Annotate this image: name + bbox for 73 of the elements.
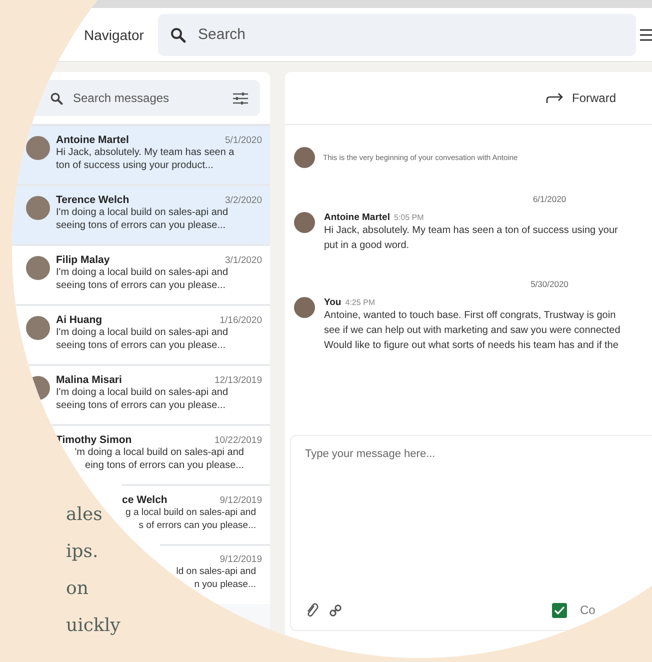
contact-name: ce Welch: [122, 494, 168, 506]
search-field[interactable]: Search: [158, 14, 636, 56]
message-preview: seeing tons of errors can you please...: [56, 399, 226, 412]
message-text: put in a good word.: [324, 239, 410, 253]
message-text: Antoine, wanted to touch base. First off congrats, Trustway is goin: [324, 309, 617, 323]
conversation-item[interactable]: Terence Welch 3/2/2020 I'm doing a local build on sales-api and seeing tons of errors can you please...: [12, 184, 270, 244]
headline-text: ips.: [66, 540, 98, 564]
message-preview: I'm doing a local build on sales-api and: [56, 386, 228, 399]
filter-icon[interactable]: [233, 92, 248, 104]
message-preview: seeing tons of errors can you please...: [56, 219, 226, 232]
message-date: 5/1/2020: [225, 135, 262, 146]
avatar: [294, 297, 315, 318]
app-logo-text: Navigator: [84, 26, 145, 42]
search-icon: [170, 26, 186, 42]
conversation-item[interactable]: 9/12/2019 ld on sales-api and n you please...: [160, 544, 270, 604]
headline-text: ales: [66, 503, 102, 527]
message-preview: n you please...: [194, 578, 256, 591]
message-preview: g a local build on sales-api and: [126, 506, 256, 519]
avatar: [294, 147, 315, 168]
date-separator: 6/1/2020: [532, 194, 566, 204]
sender-name: Antoine Martel: [324, 212, 390, 223]
forward-arrow-icon: [546, 92, 564, 104]
contact-name: Ai Huang: [56, 314, 102, 326]
message-preview: Hi Jack, absolutely. My team has seen a: [56, 146, 234, 159]
paperclip-icon[interactable]: [305, 602, 319, 618]
checkbox-label: Co: [580, 603, 596, 617]
avatar: [26, 316, 50, 340]
contact-name: Filip Malay: [56, 254, 110, 266]
avatar: [294, 212, 315, 233]
contact-name: Antoine Martel: [56, 134, 129, 146]
avatar: [26, 256, 50, 280]
message-preview: I'm doing a local build on sales-api and: [56, 206, 228, 219]
conversation-item[interactable]: Filip Malay 3/1/2020 I'm doing a local build on sales-api and seeing tons of errors can you please...: [12, 244, 270, 304]
message-preview: ld on sales-api and: [176, 565, 256, 578]
message-preview: seeing tons of errors can you please...: [56, 339, 226, 352]
search-messages-input[interactable]: Search messages: [71, 90, 225, 106]
date-separator: 5/30/2020: [530, 279, 568, 289]
message-composer[interactable]: Type your message here... Co: [290, 435, 652, 631]
message-date: 1/16/2020: [220, 315, 262, 326]
message-time: 5:05 PM: [394, 213, 424, 222]
message-date: 10/22/2019: [214, 435, 262, 446]
search-input[interactable]: Search: [196, 25, 400, 44]
forward-button[interactable]: Forward: [542, 87, 620, 109]
menu-icon[interactable]: [640, 28, 652, 40]
message-date: 12/13/2019: [214, 375, 262, 386]
message-preview: I'm doing a local build on sales-api and: [56, 266, 228, 279]
avatar: [26, 136, 50, 160]
link-icon[interactable]: [329, 604, 342, 616]
message-preview: eing tons of errors can you please...: [85, 459, 244, 472]
checkbox[interactable]: [552, 602, 567, 618]
contact-name: Timothy Simon: [56, 434, 132, 446]
message-text: Would like to figure out what sorts of needs his team has and if the: [324, 339, 620, 353]
message-date: 3/1/2020: [225, 255, 262, 266]
headline-text: on: [66, 577, 88, 601]
message-preview: seeing tons of errors can you please...: [56, 279, 226, 292]
message-date: 9/12/2019: [220, 554, 262, 565]
sender-name: You: [324, 297, 342, 308]
conversation-item[interactable]: ce Welch 9/12/2019 g a local build on sales-api and s of errors can you please...: [122, 484, 270, 544]
message-text: see if we can help out with marketing and saw you were connected: [324, 324, 620, 338]
message-date: 9/12/2019: [220, 495, 262, 506]
message-preview: s of errors can you please...: [138, 519, 256, 532]
message-preview: 'm doing a local build on sales-api and: [74, 446, 244, 459]
message-input[interactable]: Type your message here...: [305, 448, 652, 602]
message-text: Hi Jack, absolutely. My team has seen a ton of success using your: [324, 224, 618, 238]
headline-text: uickly: [66, 614, 120, 638]
avatar: [26, 196, 50, 220]
contact-name: Malina Misari: [56, 374, 122, 386]
search-icon: [50, 92, 63, 104]
message-date: 3/2/2020: [225, 195, 262, 206]
message-preview: I'm doing a local build on sales-api and: [56, 326, 228, 339]
contact-name: Terence Welch: [56, 194, 130, 206]
message-time: 4:25 PM: [345, 298, 376, 307]
message-preview: ton of success using your product...: [56, 159, 214, 172]
